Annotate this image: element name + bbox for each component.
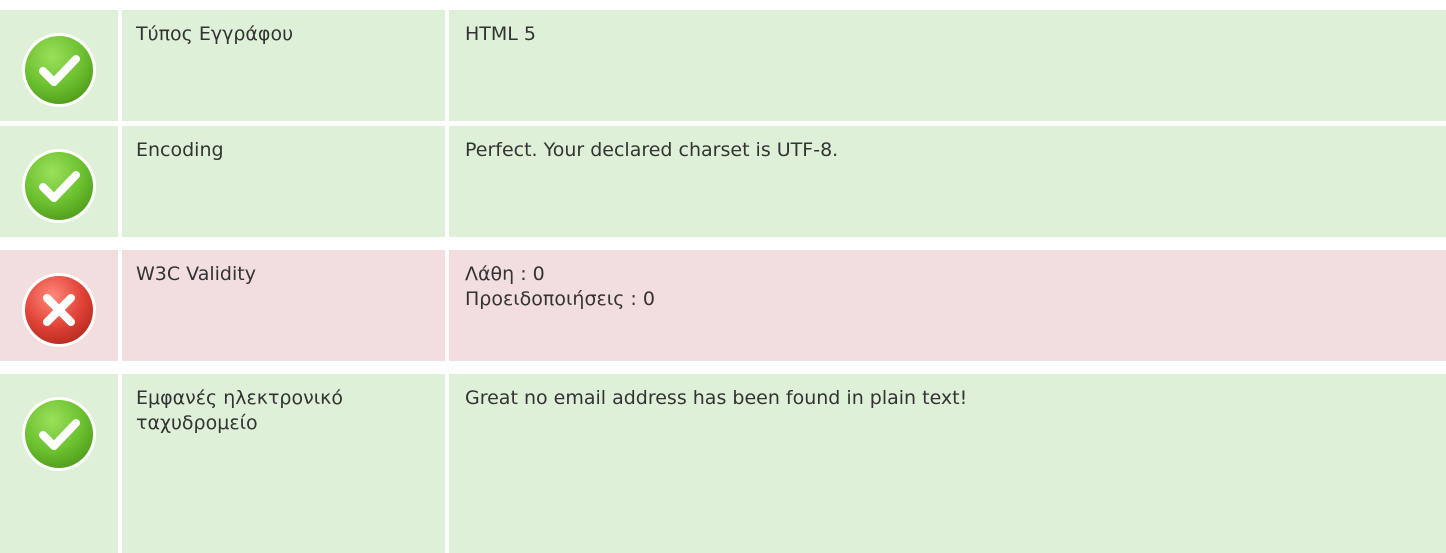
row-value-cell: Λάθη : 0 Προειδοποιήσεις : 0 — [449, 250, 1446, 361]
row-value: Perfect. Your declared charset is UTF-8. — [465, 139, 839, 161]
row-value: HTML 5 — [465, 23, 536, 45]
row-label-cell: W3C Validity — [122, 250, 445, 361]
status-cell — [0, 10, 118, 121]
status-cell — [0, 250, 118, 361]
result-row-plain-email: Εμφανές ηλεκτρονικό ταχυδρομείο Great no… — [0, 374, 1446, 553]
row-label: Εμφανές ηλεκτρονικό ταχυδρομείο — [136, 387, 343, 434]
check-circle-icon — [22, 397, 96, 471]
row-label-cell: Τύπος Εγγράφου — [122, 10, 445, 121]
row-value-cell: Perfect. Your declared charset is UTF-8. — [449, 126, 1446, 237]
row-value-cell: HTML 5 — [449, 10, 1446, 121]
row-label: Encoding — [136, 139, 224, 161]
row-value: Great no email address has been found in… — [465, 387, 968, 409]
status-cell — [0, 374, 118, 553]
row-label-cell: Encoding — [122, 126, 445, 237]
status-cell — [0, 126, 118, 237]
result-row-encoding: Encoding Perfect. Your declared charset … — [0, 126, 1446, 237]
result-row-w3c-validity: W3C Validity Λάθη : 0 Προειδοποιήσεις : … — [0, 250, 1446, 361]
cross-circle-icon — [22, 273, 96, 347]
result-row-doctype: Τύπος Εγγράφου HTML 5 — [0, 10, 1446, 121]
row-label: Τύπος Εγγράφου — [136, 23, 294, 45]
warnings-count: Προειδοποιήσεις : 0 — [465, 288, 655, 310]
row-label-cell: Εμφανές ηλεκτρονικό ταχυδρομείο — [122, 374, 445, 553]
check-circle-icon — [22, 33, 96, 107]
errors-count: Λάθη : 0 — [465, 263, 545, 285]
check-circle-icon — [22, 149, 96, 223]
row-label: W3C Validity — [136, 263, 256, 285]
row-value-cell: Great no email address has been found in… — [449, 374, 1446, 553]
